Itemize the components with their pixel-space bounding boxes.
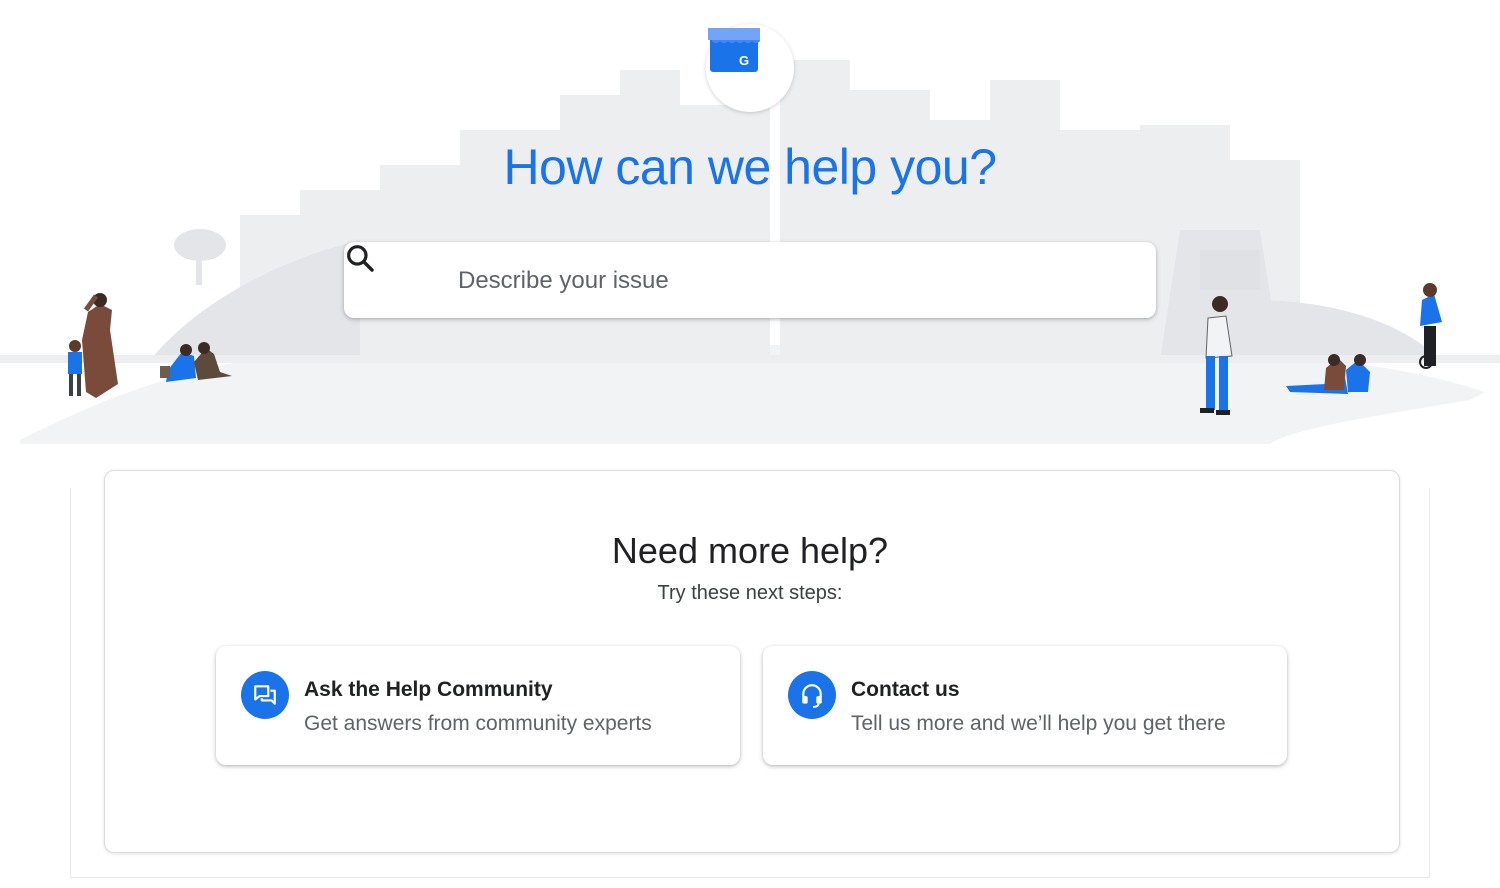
search-box[interactable] (344, 242, 1156, 318)
google-my-business-logo: G (706, 24, 794, 112)
headset-icon (788, 671, 836, 719)
contact-us-description: Tell us more and we’ll help you get ther… (851, 712, 1226, 735)
page-title: How can we help you? (503, 139, 997, 195)
google-my-business-storefront-icon: G (708, 28, 760, 72)
contact-us-card[interactable]: Contact us Tell us more and we’ll help y… (763, 646, 1287, 765)
contact-us-title: Contact us (851, 678, 960, 701)
svg-text:G: G (739, 53, 749, 68)
ask-help-community-description: Get answers from community experts (304, 712, 652, 735)
need-more-help-title: Need more help? (611, 530, 889, 571)
search-input[interactable] (456, 260, 1120, 302)
ask-help-community-title: Ask the Help Community (304, 678, 553, 701)
ask-help-community-card[interactable]: Ask the Help Community Get answers from … (216, 646, 740, 765)
chat-bubbles-icon (241, 671, 289, 719)
hero-illustration: G How can we help you? (0, 0, 1500, 488)
next-steps-subtitle: Try these next steps: (657, 582, 843, 604)
search-icon[interactable] (344, 242, 376, 274)
help-center-page: G How can we help you? Need more help? T… (0, 0, 1500, 888)
